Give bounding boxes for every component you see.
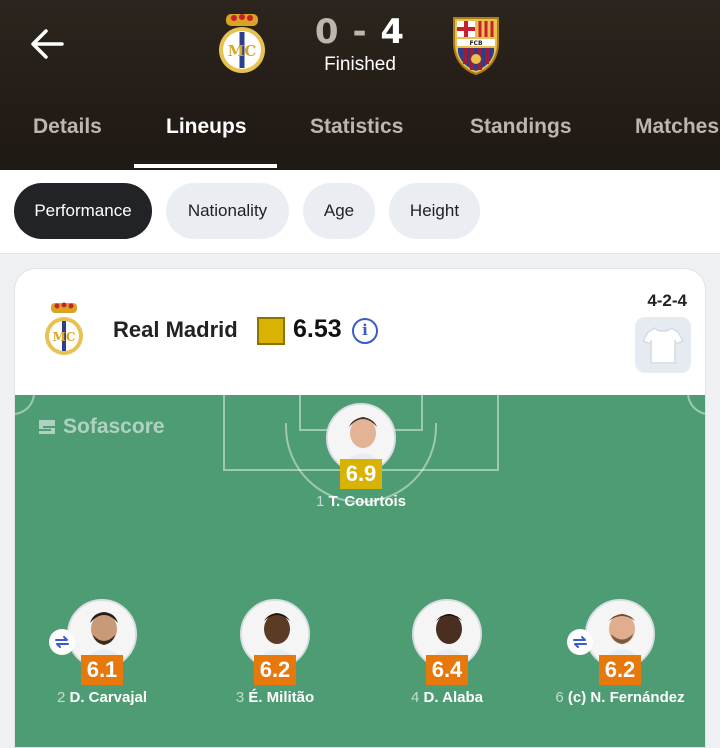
player-rating-badge: 6.1 (81, 655, 123, 685)
barcelona-crest-icon[interactable]: FCB (446, 12, 506, 76)
svg-text:MC: MC (53, 330, 76, 344)
player-number: 3 (235, 689, 245, 706)
match-score: 0 - 4 (300, 12, 420, 52)
filter-bar: Performance Nationality Age Height (0, 170, 720, 254)
substitution-icon (567, 629, 593, 655)
team-crest-icon: MC (41, 301, 87, 359)
player-name: 3 É. Militão (190, 689, 360, 706)
player-rating-badge: 6.4 (426, 655, 468, 685)
filter-performance[interactable]: Performance (14, 183, 152, 239)
back-arrow-icon[interactable] (26, 22, 70, 66)
player-name: 2 D. Carvajal (17, 689, 187, 706)
substitution-icon (49, 629, 75, 655)
home-score: 0 (314, 12, 340, 52)
player-rating-badge: 6.2 (599, 655, 641, 685)
team-average-rating: 6.53 (293, 315, 342, 343)
sofascore-watermark: Sofascore (37, 415, 165, 439)
team-name: Real Madrid (113, 317, 238, 342)
filter-height[interactable]: Height (389, 183, 480, 239)
player-rating-badge: 6.9 (340, 459, 382, 489)
svg-text:FCB: FCB (469, 40, 483, 47)
tab-details[interactable]: Details (33, 100, 102, 168)
player-name-text: T. Courtois (328, 493, 407, 510)
player-number: 6 (555, 689, 564, 706)
real-madrid-crest-icon[interactable]: MC (212, 12, 272, 76)
player-name-text: D. Carvajal (69, 689, 148, 706)
player-name-text: (c) N. Fernández (567, 689, 685, 706)
player-number: 1 (315, 493, 325, 510)
player-name: 6 (c) N. Fernández (535, 689, 705, 706)
player-name: 4 D. Alaba (362, 689, 532, 706)
tab-bar: Details Lineups Statistics Standings Mat… (0, 100, 720, 168)
sofascore-logo-icon (37, 417, 57, 437)
filter-nationality[interactable]: Nationality (166, 183, 289, 239)
tab-matches[interactable]: Matches (635, 100, 719, 168)
away-score: 4 (380, 12, 406, 52)
pitch: Sofascore 6.9 1 T. Courtois 6.1 2 D. Car… (15, 393, 705, 747)
rating-color-swatch (257, 317, 285, 345)
score-separator: - (352, 12, 368, 52)
match-header: MC 0 - 4 Finished FCB Details Lineups St… (0, 0, 720, 170)
match-status: Finished (324, 54, 396, 75)
player-number: 4 (411, 689, 420, 706)
shirt-icon (642, 326, 684, 364)
lineup-card: MC Real Madrid 6.53 i 4-2-4 Sofascore 6.… (14, 268, 706, 748)
active-tab-indicator (134, 164, 277, 168)
tab-statistics[interactable]: Statistics (310, 100, 403, 168)
svg-text:MC: MC (228, 42, 257, 60)
player-name-text: D. Alaba (423, 689, 483, 706)
filter-age[interactable]: Age (303, 183, 375, 239)
player-number: 2 (56, 689, 66, 706)
player-name: 1 T. Courtois (276, 493, 446, 510)
player-name-text: É. Militão (248, 689, 315, 706)
info-icon[interactable]: i (352, 318, 378, 344)
formation-label: 4-2-4 (647, 291, 687, 310)
corner-arc-left (15, 393, 35, 415)
corner-arc-right (687, 393, 705, 415)
watermark-text: Sofascore (63, 415, 165, 438)
tab-standings[interactable]: Standings (470, 100, 572, 168)
tab-lineups[interactable]: Lineups (166, 100, 247, 168)
shirt-button[interactable] (635, 317, 691, 373)
player-rating-badge: 6.2 (254, 655, 296, 685)
